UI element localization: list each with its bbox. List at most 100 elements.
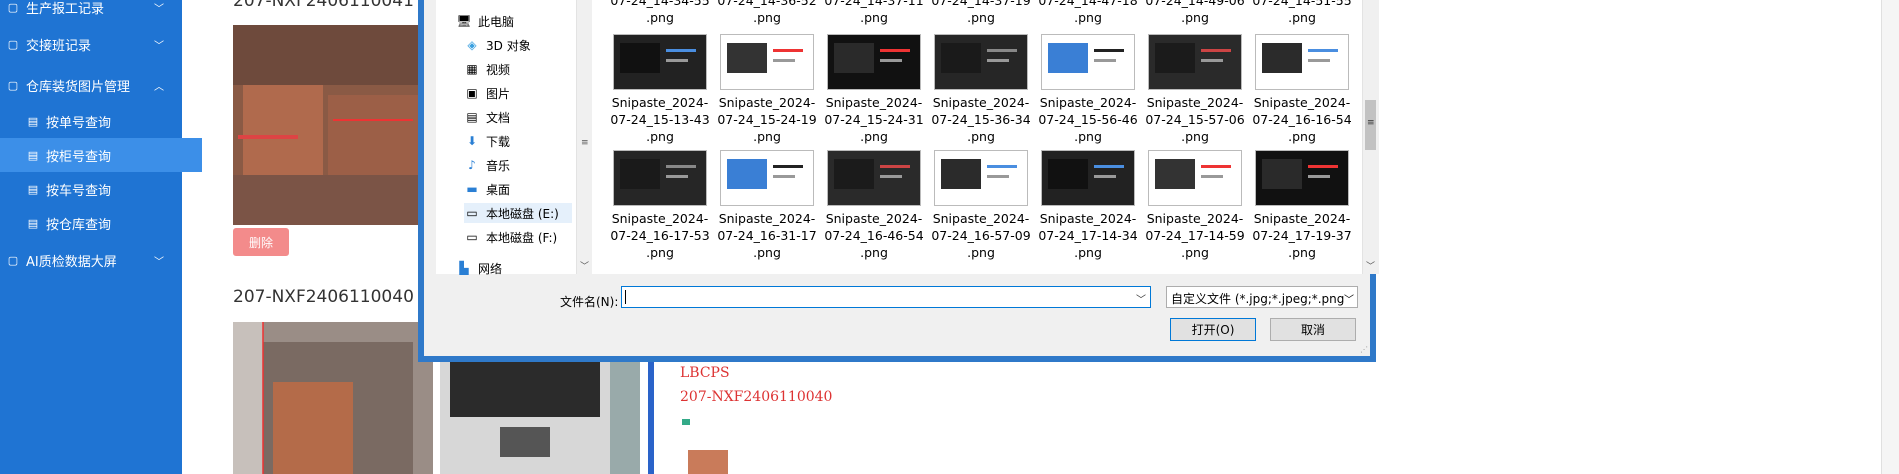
page-scrollbar[interactable] [1881,0,1899,474]
tree-item-downloads[interactable]: ⬇ 下载 [464,131,510,151]
chevron-down-icon: ﹀ [154,3,164,15]
file-item[interactable]: Snipaste_2024- 07-24_15-57-06 .png [1145,34,1245,145]
file-name-line: 07-24_16-57-09 [931,228,1031,243]
file-name-line: .png [646,245,674,260]
doc-icon: ▤ [27,182,39,196]
file-item[interactable]: 07-24_14-51-55 .png [1252,0,1352,26]
file-name-line: Snipaste_2024- [718,95,816,110]
sidebar-item-by-order[interactable]: ▤ 按单号查询 [0,104,202,138]
file-item[interactable]: Snipaste_2024- 07-24_16-17-53 .png [610,150,710,261]
file-name-ext: .png [967,10,995,25]
file-thumbnail [613,150,707,206]
tree-item-drive-f[interactable]: ▭ 本地磁盘 (F:) [464,227,557,247]
file-item[interactable]: Snipaste_2024- 07-24_17-14-34 .png [1038,150,1138,261]
file-list-scrollbar[interactable]: ≡ ﹀ [1362,0,1379,274]
file-item[interactable]: 07-24_14-37-19 .png [931,0,1031,26]
delete-button[interactable]: 删除 [233,228,289,256]
chevron-down-icon[interactable]: ﹀ [1136,291,1146,306]
tree-item-music[interactable]: ♪ 音乐 [464,155,510,175]
file-name-line: 07-24_16-17-53 [610,228,710,243]
file-name-line: Snipaste_2024- [932,211,1030,226]
file-name-line: .png [1288,129,1316,144]
tree-item-label: 此电脑 [478,14,515,29]
file-item[interactable]: Snipaste_2024- 07-24_16-31-17 .png [717,150,817,261]
pc-icon: 🖥 [456,14,472,28]
scroll-down-icon[interactable]: ﹀ [580,259,589,272]
file-item[interactable]: 07-24_14-47-18 .png [1038,0,1138,26]
sidebar-item-label: 交接班记录 [26,38,92,54]
sidebar-item-label: 按单号查询 [46,115,112,131]
sidebar-item-ai-dashboard[interactable]: ▢ AI质检数据大屏 ﹀ [0,243,182,277]
sidebar-item-label: 按柜号查询 [46,149,112,165]
navigation-tree: 🖥 此电脑 ◈ 3D 对象 ▦ 视频 ▣ 图片 ▤ 文档 ⬇ 下载 ♪ 音乐 ▬ 桌面 ▭ 本地磁… [436,0,577,276]
filename-input[interactable]: ﹀ [621,286,1151,308]
file-item[interactable]: Snipaste_2024- 07-24_16-57-09 .png [931,150,1031,261]
file-thumbnail [1255,150,1349,206]
sidebar-item-label: 按仓库查询 [46,217,112,233]
tree-item-label: 桌面 [486,182,511,197]
file-type-select[interactable]: 自定义文件 (*.jpg;*.jpeg;*.png ﹀ [1166,286,1358,308]
scroll-grip-icon: ≡ [581,138,589,148]
tree-item-label: 图片 [486,86,511,101]
tree-item-3d-objects[interactable]: ◈ 3D 对象 [464,35,530,55]
file-name-ext: .png [1181,10,1209,25]
file-name-ext: .png [860,10,888,25]
container-photo[interactable] [233,322,433,474]
file-item[interactable]: Snipaste_2024- 07-24_16-16-54 .png [1252,34,1352,145]
file-item[interactable]: 07-24_14-34-55 .png [610,0,710,26]
file-item[interactable]: Snipaste_2024- 07-24_15-13-43 .png [610,34,710,145]
tree-item-videos[interactable]: ▦ 视频 [464,59,510,79]
file-name-line: Snipaste_2024- [1253,95,1351,110]
file-name-line: 07-24_14-51-55 [1252,0,1352,8]
tree-scrollbar[interactable]: ≡ ﹀ [576,0,593,274]
sidebar-item-by-vehicle[interactable]: ▤ 按车号查询 [0,172,202,206]
sidebar-item-by-container[interactable]: ▤ 按柜号查询 [0,138,202,172]
scroll-down-icon[interactable]: ﹀ [1366,259,1375,272]
doc-icon: ▤ [27,216,39,230]
file-list: 07-24_14-34-55 .png 07-24_14-36-52 .png 07-2… [592,0,1362,274]
file-item[interactable]: Snipaste_2024- 07-24_15-24-19 .png [717,34,817,145]
file-thumbnail [1148,34,1242,90]
tree-item-pictures[interactable]: ▣ 图片 [464,83,510,103]
file-thumbnail [827,150,921,206]
file-name-line: 07-24_17-14-34 [1038,228,1138,243]
file-thumbnail [934,34,1028,90]
sidebar-item-shift-handover[interactable]: ▢ 交接班记录 ﹀ [0,27,182,61]
open-button[interactable]: 打开(O) [1170,318,1256,341]
file-item[interactable]: 07-24_14-49-06 .png [1145,0,1245,26]
file-name-ext: .png [1074,10,1102,25]
tree-item-desktop[interactable]: ▬ 桌面 [464,179,510,199]
tree-item-drive-e[interactable]: ▭ 本地磁盘 (E:) [464,203,572,223]
file-name-line: Snipaste_2024- [1039,211,1137,226]
desktop-icon: ▬ [466,182,478,196]
file-item[interactable]: Snipaste_2024- 07-24_15-36-34 .png [931,34,1031,145]
sidebar-item-warehouse-photos[interactable]: ▢ 仓库装货图片管理 ︿ [0,68,182,102]
tree-item-documents[interactable]: ▤ 文档 [464,107,510,127]
doc-icon: ▢ [7,253,19,267]
file-name-line: 07-24_15-24-19 [717,112,817,127]
filename-label: 文件名(N): [560,295,619,309]
chevron-down-icon: ﹀ [154,256,164,268]
resize-grip-icon[interactable]: ⋰ [1360,345,1368,354]
record-title: 207-NXF2406110041 / L [233,0,440,11]
sidebar-item-by-warehouse[interactable]: ▤ 按仓库查询 [0,206,202,240]
warehouse-photo[interactable] [233,25,428,225]
file-item[interactable]: 07-24_14-36-52 .png [717,0,817,26]
file-name-line: Snipaste_2024- [1253,211,1351,226]
file-item[interactable]: Snipaste_2024- 07-24_15-24-31 .png [824,34,924,145]
sidebar-item-production-report[interactable]: ▢ 生产报工记录 ﹀ [0,0,182,24]
tree-item-this-pc[interactable]: 🖥 此电脑 [456,11,514,31]
file-thumbnail [827,34,921,90]
tree-item-network[interactable]: ▙ 网络 [456,258,502,278]
file-item[interactable]: Snipaste_2024- 07-24_17-14-59 .png [1145,150,1245,261]
file-item[interactable]: Snipaste_2024- 07-24_15-56-46 .png [1038,34,1138,145]
file-item[interactable]: Snipaste_2024- 07-24_16-46-54 .png [824,150,924,261]
file-item[interactable]: 07-24_14-37-11 .png [824,0,924,26]
doc-icon: ▤ [27,114,39,128]
monitor-photo[interactable] [440,362,640,474]
network-icon: ▙ [459,261,469,275]
file-item[interactable]: Snipaste_2024- 07-24_17-19-37 .png [1252,150,1352,261]
cancel-button[interactable]: 取消 [1270,318,1356,341]
screenshot-photo[interactable]: LBCPS 207-NXF2406110040 [648,355,848,474]
file-thumbnail [1041,34,1135,90]
